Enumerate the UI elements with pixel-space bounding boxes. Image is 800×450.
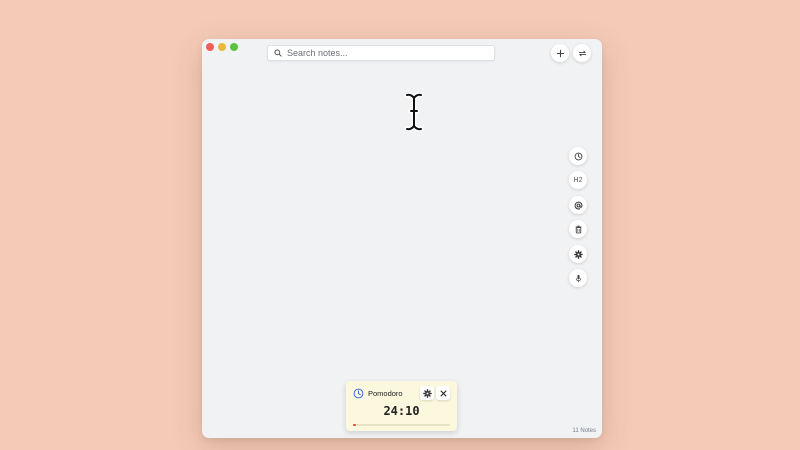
maximize-window-button[interactable] — [230, 43, 238, 51]
search-input[interactable] — [287, 48, 487, 58]
at-icon — [574, 201, 582, 209]
clock-icon — [353, 388, 364, 399]
pomodoro-timer: 24:10 — [383, 404, 420, 418]
plus-icon — [556, 49, 564, 57]
settings-button[interactable] — [569, 245, 587, 263]
dictation-button[interactable] — [569, 269, 587, 287]
app-window: H2 — [202, 39, 602, 438]
trash-icon — [575, 225, 581, 233]
new-note-button[interactable] — [551, 44, 569, 62]
gear-icon — [422, 388, 432, 398]
sync-button[interactable] — [573, 44, 591, 62]
pomodoro-widget: Pomodoro 24:10 — [346, 381, 457, 431]
pomodoro-progress-bar — [353, 424, 450, 426]
notes-count: 11 Notes — [572, 428, 596, 434]
search-icon — [274, 49, 282, 57]
pomodoro-settings-button[interactable] — [420, 386, 434, 400]
heading-icon: H2 — [573, 176, 583, 184]
trash-button[interactable] — [569, 220, 587, 238]
window-controls — [206, 43, 238, 51]
pomodoro-progress-fill — [353, 424, 357, 426]
sync-icon — [578, 50, 586, 56]
minimize-window-button[interactable] — [218, 43, 226, 51]
mention-button[interactable] — [569, 196, 587, 214]
text-cursor-icon — [404, 92, 424, 132]
close-icon — [439, 389, 447, 397]
heading-button[interactable]: H2 — [569, 171, 587, 189]
pomodoro-close-button[interactable] — [436, 386, 450, 400]
microphone-icon — [575, 274, 581, 282]
search-bar[interactable] — [267, 45, 495, 61]
close-window-button[interactable] — [206, 43, 214, 51]
history-button[interactable] — [569, 147, 587, 165]
clock-icon — [574, 152, 582, 160]
gear-icon — [573, 249, 583, 259]
pomodoro-title: Pomodoro — [368, 389, 403, 398]
